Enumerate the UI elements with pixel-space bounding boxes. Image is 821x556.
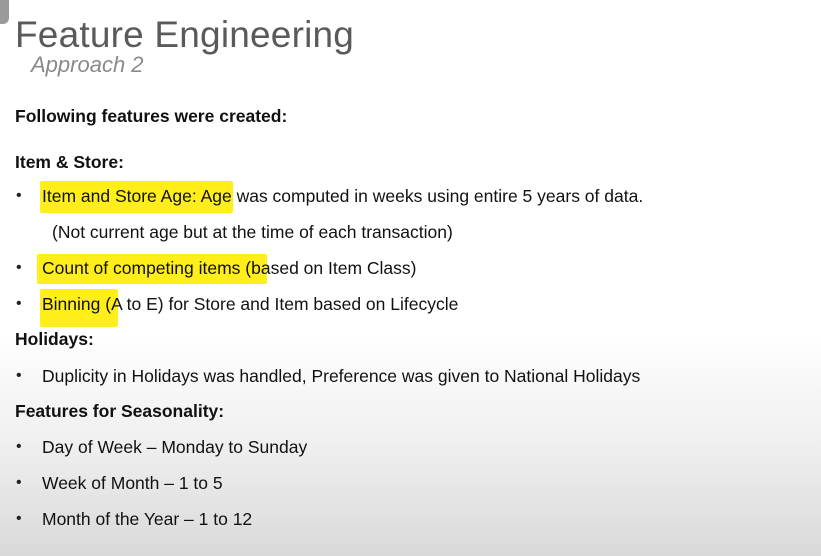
list-item: Day of Week – Monday to Sunday bbox=[42, 437, 308, 457]
list-item: Week of Month – 1 to 5 bbox=[42, 473, 223, 493]
list-item: Count of competing items (based on Item … bbox=[42, 258, 417, 278]
slide-title: Feature Engineering bbox=[15, 14, 355, 55]
bullet-icon: • bbox=[16, 259, 22, 276]
bullet-icon: • bbox=[16, 474, 22, 491]
section-heading-holidays: Holidays: bbox=[15, 329, 94, 349]
section-heading-seasonality: Features for Seasonality: bbox=[15, 401, 225, 421]
list-item-continuation: (Not current age but at the time of each… bbox=[52, 222, 453, 242]
list-item: Binning (A to E) for Store and Item base… bbox=[42, 294, 459, 314]
bullet-icon: • bbox=[16, 295, 22, 312]
bullet-icon: • bbox=[16, 187, 22, 204]
intro-heading: Following features were created: bbox=[15, 106, 288, 126]
list-item: Duplicity in Holidays was handled, Prefe… bbox=[42, 366, 641, 386]
list-item: Month of the Year – 1 to 12 bbox=[42, 509, 253, 529]
bullet-icon: • bbox=[16, 438, 22, 455]
slide: Feature Engineering Approach 2 Following… bbox=[0, 0, 821, 556]
bullet-icon: • bbox=[16, 510, 22, 527]
list-item: Item and Store Age: Age was computed in … bbox=[42, 186, 644, 206]
bullet-icon: • bbox=[16, 367, 22, 384]
section-heading-item-store: Item & Store: bbox=[15, 152, 124, 172]
slide-tab-marker bbox=[0, 0, 9, 24]
slide-subtitle: Approach 2 bbox=[31, 52, 144, 77]
